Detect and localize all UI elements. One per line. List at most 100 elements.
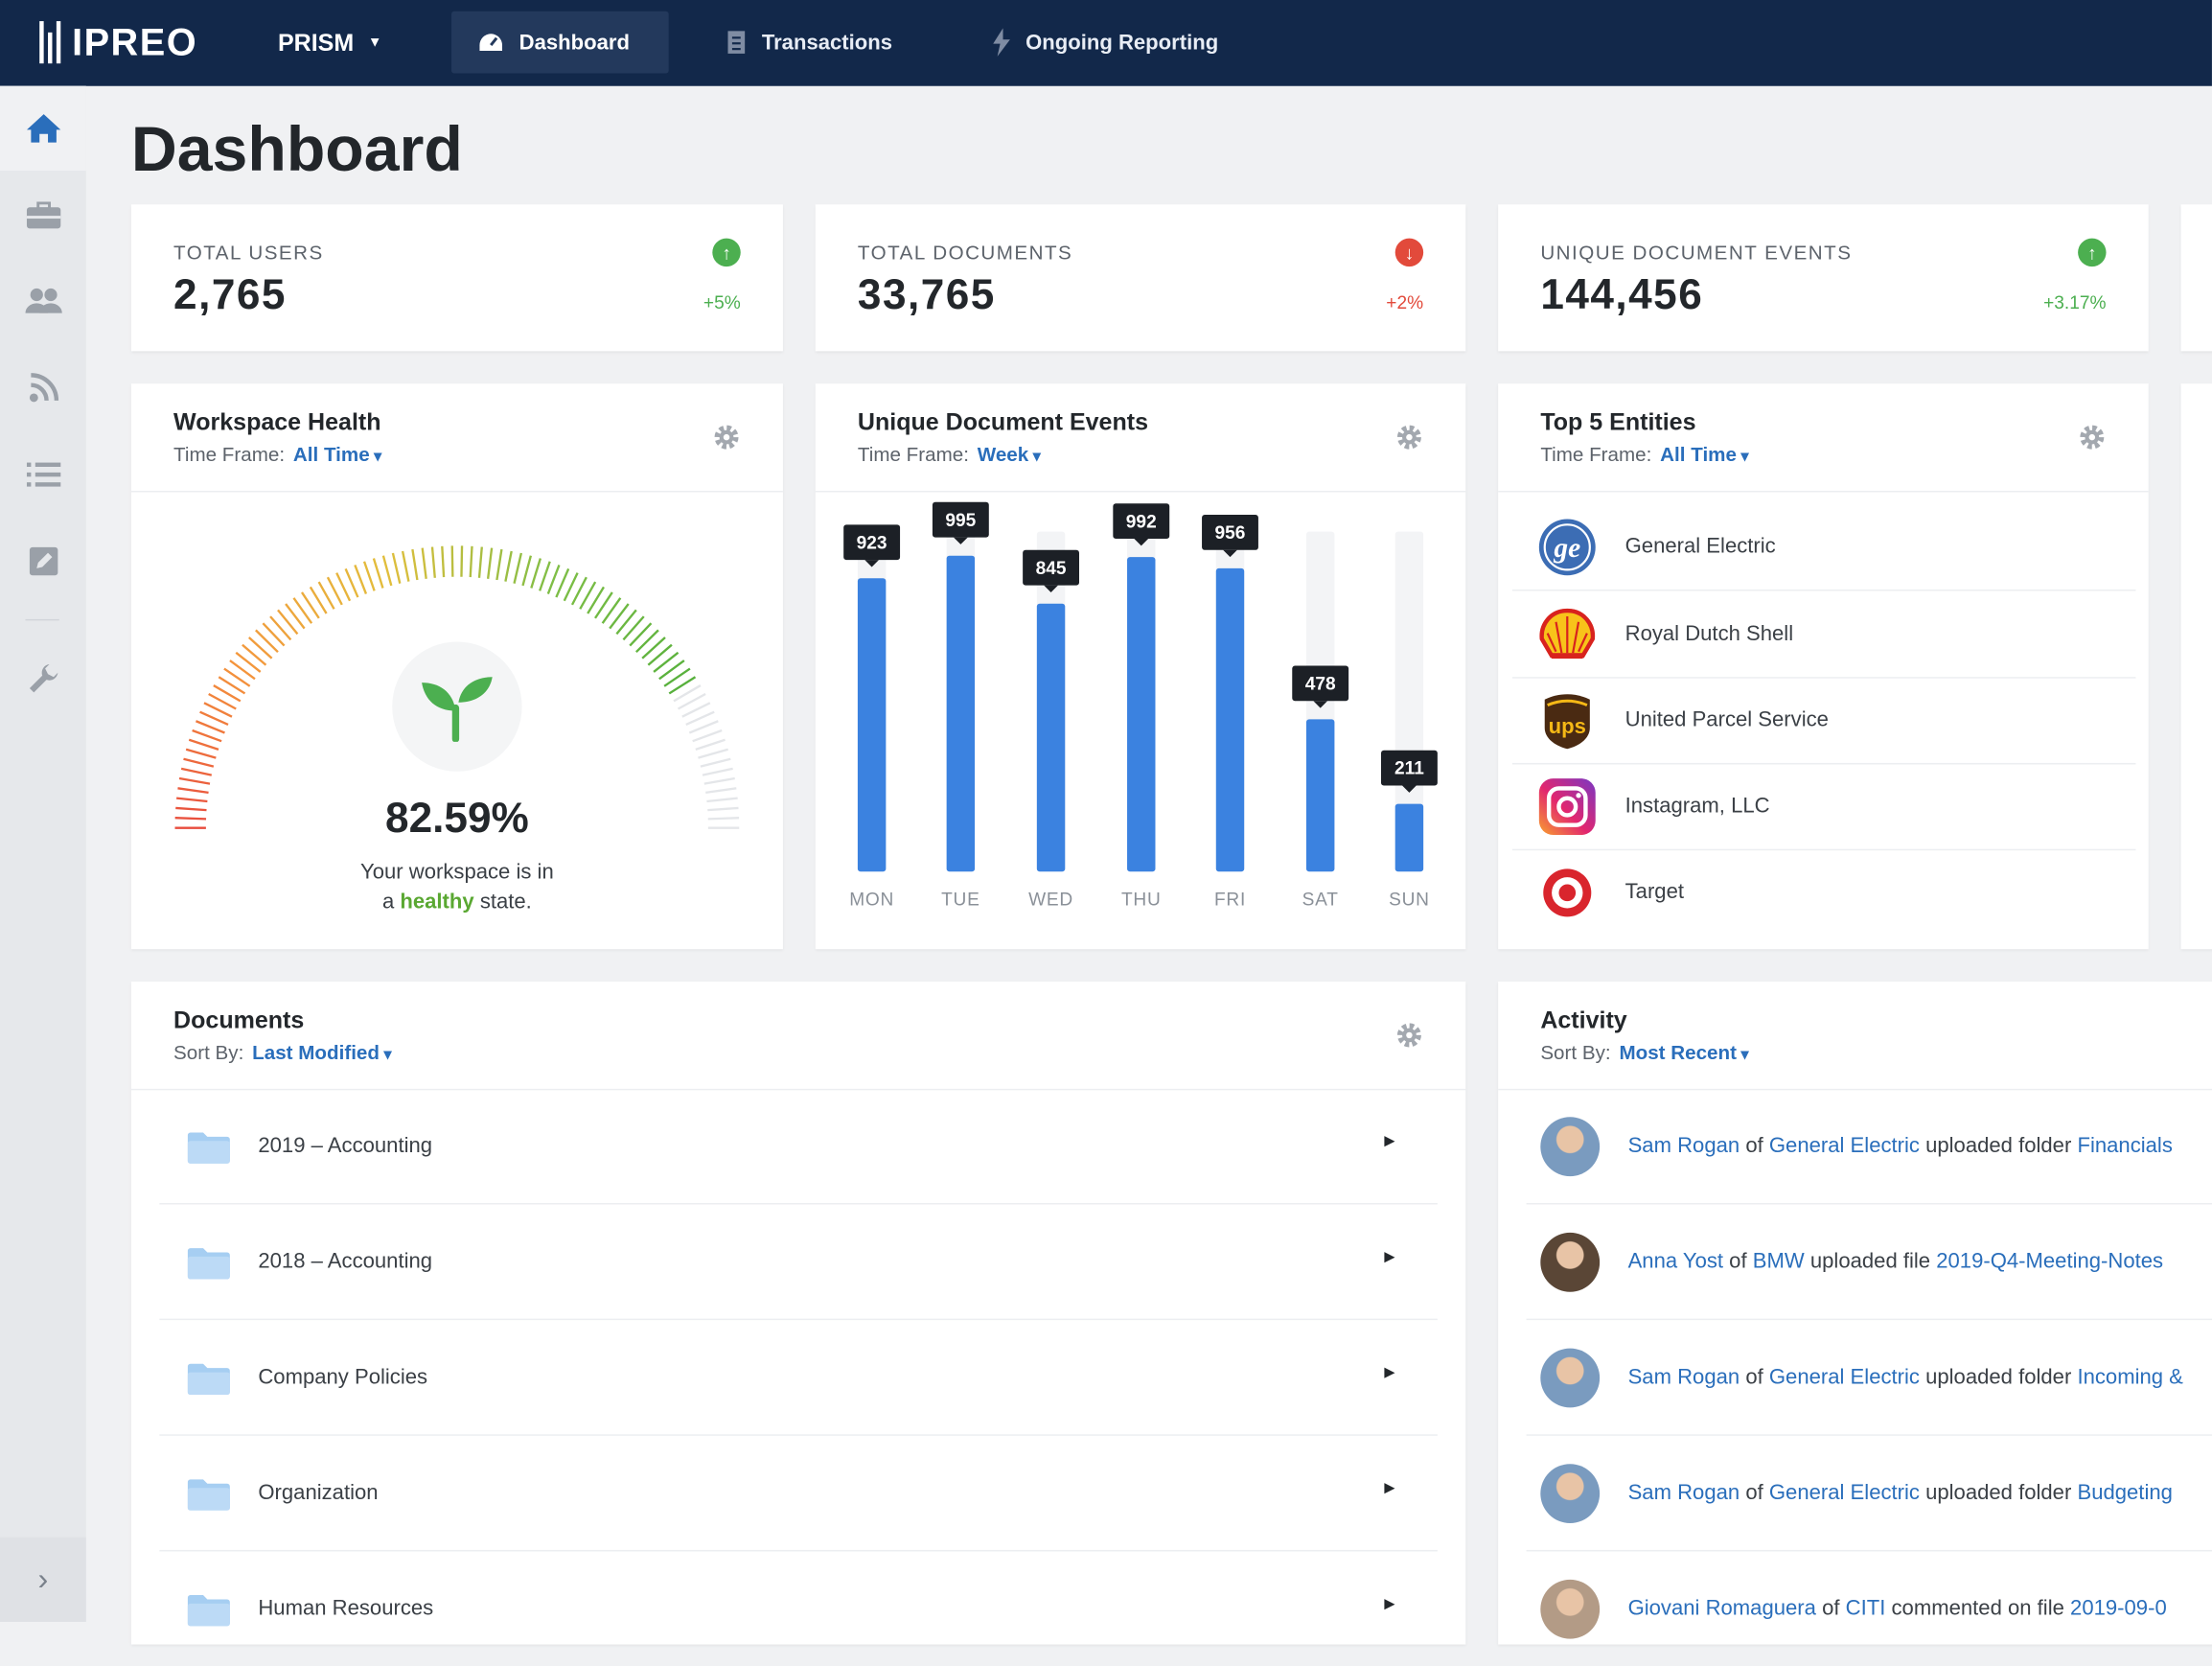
gauge-tick (698, 748, 728, 759)
user-avatar[interactable] (1540, 1579, 1601, 1638)
app-switcher[interactable]: PRISM ▼ (278, 0, 382, 86)
user-avatar[interactable] (1540, 1116, 1601, 1176)
bar-mon[interactable] (857, 578, 887, 872)
activity-target-link[interactable]: 2019-09-0 (2070, 1597, 2167, 1621)
activity-user-link[interactable]: Giovani Romaguera (1628, 1597, 1816, 1621)
gear-icon[interactable] (1395, 423, 1423, 451)
list-icon (26, 462, 60, 487)
timeframe-label: Time Frame: (857, 442, 969, 466)
document-row[interactable]: Company Policies ▶ (159, 1320, 1438, 1434)
entity-row[interactable]: Instagram, LLC (1512, 763, 2136, 849)
entity-row[interactable]: ge General Electric (1512, 503, 2136, 590)
gauge-tick (504, 550, 513, 582)
timeframe-dropdown[interactable]: All Time (1660, 443, 1748, 466)
activity-org-link[interactable]: General Electric (1769, 1134, 1920, 1158)
gauge-tick (460, 545, 464, 577)
sidebar-item-list[interactable] (0, 431, 86, 516)
top-navigation-bar: IPREO PRISM ▼ Dashboard Transactions Ong… (0, 0, 2212, 86)
ipreo-logo[interactable]: IPREO (39, 17, 197, 68)
document-name: Company Policies (258, 1365, 428, 1390)
card-title: Workspace Health (173, 408, 381, 436)
bar-wed[interactable] (1036, 603, 1066, 872)
document-row[interactable]: Organization ▶ (159, 1436, 1438, 1550)
bar-sun[interactable] (1394, 803, 1424, 872)
sidebar-item-home[interactable] (0, 85, 86, 172)
svg-text:ups: ups (1549, 713, 1586, 737)
bar-value-label: 845 (1023, 549, 1080, 592)
activity-org-link[interactable]: BMW (1753, 1250, 1805, 1274)
chevron-right-icon[interactable]: ▶ (1384, 1250, 1394, 1265)
chevron-right-icon[interactable]: ▶ (1384, 1597, 1394, 1612)
bar-value-label: 923 (843, 524, 901, 567)
document-row[interactable]: 2018 – Accounting ▶ (159, 1204, 1438, 1318)
activity-user-link[interactable]: Sam Rogan (1628, 1134, 1740, 1158)
bar-value-label: 992 (1113, 503, 1170, 546)
chevron-right-icon[interactable]: ▶ (1384, 1134, 1394, 1149)
activity-user-link[interactable]: Anna Yost (1628, 1250, 1723, 1274)
sidebar-item-feeds[interactable] (0, 345, 86, 429)
document-row[interactable]: Human Resources ▶ (159, 1551, 1438, 1665)
activity-action: uploaded folder (1925, 1365, 2072, 1390)
arrow-down-circle-icon: ↓ (1394, 238, 1424, 267)
activity-text: Sam Rogan of General Electric uploaded f… (1628, 1134, 2173, 1158)
activity-action: uploaded folder (1925, 1133, 2072, 1158)
sort-dropdown[interactable]: Most Recent (1619, 1041, 1748, 1064)
entity-row[interactable]: ups United Parcel Service (1512, 677, 2136, 763)
activity-target-link[interactable]: Incoming & (2077, 1365, 2182, 1389)
activity-target-link[interactable]: Budgeting (2077, 1481, 2172, 1505)
sidebar-expand-button[interactable]: › (0, 1537, 86, 1622)
user-avatar[interactable] (1540, 1347, 1601, 1407)
bar-fri[interactable] (1215, 567, 1245, 872)
users-icon (24, 288, 62, 313)
activity-org-link[interactable]: General Electric (1769, 1481, 1920, 1505)
chevron-right-icon[interactable]: ▶ (1384, 1481, 1394, 1496)
x-axis-tick-label: WED (1028, 888, 1074, 910)
sidebar-item-edit[interactable] (0, 519, 86, 603)
home-icon (26, 114, 60, 143)
activity-target-link[interactable]: 2019-Q4-Meeting-Notes (1936, 1250, 2163, 1274)
gear-icon[interactable] (2078, 423, 2106, 451)
user-avatar[interactable] (1540, 1463, 1601, 1523)
user-avatar[interactable] (1540, 1232, 1601, 1291)
entity-row[interactable]: Royal Dutch Shell (1512, 590, 2136, 677)
activity-user-link[interactable]: Sam Rogan (1628, 1481, 1740, 1505)
sort-dropdown[interactable]: Last Modified (252, 1041, 391, 1064)
activity-user-link[interactable]: Sam Rogan (1628, 1365, 1740, 1389)
sidebar-item-users[interactable] (0, 258, 86, 342)
activity-row: Sam Rogan of General Electric uploaded f… (1527, 1436, 2212, 1550)
gauge-tick (634, 629, 659, 654)
tab-transactions[interactable]: Transactions (700, 12, 917, 74)
bar-value-label: 956 (1202, 515, 1258, 558)
card-header-divider (815, 491, 1466, 493)
activity-org-link[interactable]: CITI (1846, 1597, 1886, 1621)
entity-row[interactable]: Target (1512, 849, 2136, 936)
timeframe-dropdown[interactable]: Week (978, 443, 1041, 466)
app-switcher-label: PRISM (277, 29, 355, 57)
sidebar-item-briefcase[interactable] (0, 174, 86, 258)
gauge-tick (401, 550, 410, 582)
activity-org-link[interactable]: General Electric (1769, 1365, 1920, 1389)
arrow-up-circle-icon: ↑ (712, 238, 741, 267)
tab-ongoing-reporting[interactable]: Ongoing Reporting (966, 12, 1243, 74)
gauge-tick (391, 552, 402, 584)
gauge-tick (700, 757, 731, 768)
document-name: 2018 – Accounting (258, 1249, 433, 1274)
activity-action: commented on file (1891, 1596, 2064, 1621)
activity-target-link[interactable]: Financials (2077, 1134, 2172, 1158)
gauge-tick (430, 546, 436, 578)
document-row[interactable]: 2019 – Accounting ▶ (159, 1089, 1438, 1203)
bar-thu[interactable] (1127, 557, 1156, 872)
bar-sat[interactable] (1305, 719, 1335, 872)
bar-tue[interactable] (946, 555, 976, 872)
sidebar-item-settings[interactable] (0, 636, 86, 721)
gear-icon[interactable] (1395, 1021, 1423, 1049)
gauge-tick (411, 548, 419, 581)
gauge-tick (486, 547, 494, 579)
gauge-tick (688, 720, 719, 734)
gear-icon[interactable] (712, 423, 740, 451)
folder-icon (187, 1478, 230, 1511)
wrench-icon (29, 663, 58, 693)
chevron-right-icon[interactable]: ▶ (1384, 1365, 1394, 1380)
timeframe-dropdown[interactable]: All Time (293, 443, 381, 466)
tab-dashboard[interactable]: Dashboard (451, 11, 669, 74)
